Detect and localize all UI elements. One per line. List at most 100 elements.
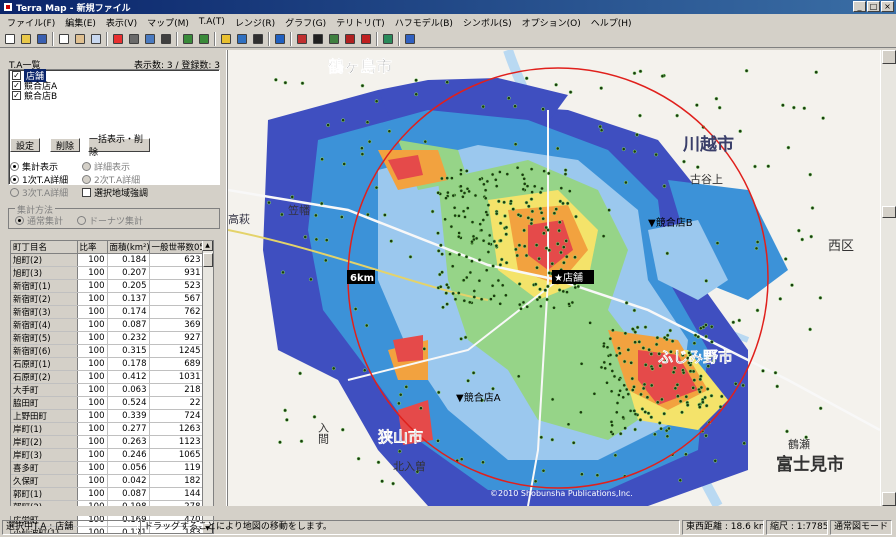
map-canvas[interactable]: 鶴ヶ島市 笠幡 高萩 川越市 古谷上 西区 入間 狭山市 北入曽 ふじみ野市 鶴… [228, 50, 880, 506]
pointer-icon[interactable] [56, 31, 71, 46]
map-view[interactable]: 鶴ヶ島市 笠幡 高萩 川越市 古谷上 西区 入間 狭山市 北入曽 ふじみ野市 鶴… [228, 50, 880, 506]
table-row[interactable]: 新宿町(4) 100 0.087 369 [11, 318, 204, 332]
horizontal-scrollbar[interactable] [0, 506, 896, 516]
table-row[interactable]: 久保町 100 0.042 182 [11, 474, 204, 488]
settings-button[interactable]: 設定 [10, 138, 40, 152]
ta-list-item[interactable]: ✓ 競合店B [9, 90, 219, 102]
close-button[interactable]: × [881, 1, 894, 12]
table-row[interactable]: 石原町(2) 100 0.412 1031 [11, 370, 204, 384]
table-row[interactable]: 岸町(2) 100 0.263 1123 [11, 435, 204, 449]
grid-icon[interactable] [126, 31, 141, 46]
arrow-icon[interactable] [272, 31, 287, 46]
menu-item-8[interactable]: ハフモデル(B) [390, 16, 458, 29]
competitor-b-label[interactable]: ▼競合店B [648, 216, 693, 229]
list-icon[interactable] [380, 31, 395, 46]
facility-point [522, 244, 527, 249]
table-column-header[interactable]: 町丁目名 [11, 241, 78, 254]
menu-item-3[interactable]: マップ(M) [142, 16, 194, 29]
table-row[interactable]: 大手町 100 0.063 218 [11, 383, 204, 397]
symbol-icon[interactable] [294, 31, 309, 46]
normal-method-radio[interactable]: 通常集計 [15, 214, 63, 227]
table-scroll-thumb[interactable] [203, 253, 213, 267]
info-icon[interactable] [234, 31, 249, 46]
menu-item-9[interactable]: シンボル(S) [458, 16, 517, 29]
map-scroll-thumb[interactable] [882, 206, 896, 218]
table-row[interactable]: 新宿町(3) 100 0.174 762 [11, 305, 204, 319]
menu-item-1[interactable]: 編集(E) [60, 16, 101, 29]
menu-item-7[interactable]: テリトリ(T) [331, 16, 390, 29]
table-row[interactable]: 脇田町 100 0.524 22 [11, 396, 204, 410]
screen-icon[interactable] [402, 31, 417, 46]
facility-point [704, 433, 708, 438]
menu-item-2[interactable]: 表示(V) [101, 16, 142, 29]
aggregate-radio[interactable]: 集計表示 [10, 160, 58, 173]
facility-point [592, 391, 597, 396]
table-column-header[interactable]: 面積(km²) [107, 241, 150, 254]
delete-button[interactable]: 削除 [50, 138, 80, 152]
table-column-header[interactable]: 比率 [77, 241, 108, 254]
route-icon[interactable] [326, 31, 341, 46]
circle-ta-icon[interactable] [110, 31, 125, 46]
layers-icon[interactable] [142, 31, 157, 46]
ta-checkbox[interactable]: ✓ [12, 90, 21, 100]
highlight-checkbox[interactable]: 選択地域強調 [82, 186, 148, 199]
ta-checkbox[interactable]: ✓ [12, 70, 21, 80]
minimize-button[interactable]: _ [853, 1, 866, 12]
table-row[interactable]: 新宿町(2) 100 0.137 567 [11, 292, 204, 306]
hand-pan-icon[interactable] [72, 31, 87, 46]
magnifier-icon[interactable] [88, 31, 103, 46]
facility-point [550, 437, 555, 442]
competitor-a-label[interactable]: ▼競合店A [456, 391, 501, 404]
table-row[interactable]: 喜多町 100 0.056 119 [11, 461, 204, 475]
store-marker-label[interactable]: ★店舗 [554, 271, 583, 284]
detail-radio[interactable]: 詳細表示 [82, 160, 130, 173]
table-row[interactable]: 旭町(2) 100 0.184 623 [11, 253, 204, 267]
new-file-icon[interactable] [2, 31, 17, 46]
table-row[interactable]: 郭町(1) 100 0.087 144 [11, 487, 204, 501]
menu-item-5[interactable]: レンジ(R) [230, 16, 280, 29]
table-scrollbar[interactable]: ▲ ▼ [202, 241, 213, 533]
table-row[interactable]: 新宿町(1) 100 0.205 523 [11, 279, 204, 293]
mesh-icon[interactable] [310, 31, 325, 46]
table-row[interactable]: 旭町(3) 100 0.207 931 [11, 266, 204, 280]
ta2-radio[interactable]: 2次T.A詳細 [82, 173, 140, 186]
save-icon[interactable] [34, 31, 49, 46]
menu-item-11[interactable]: ヘルプ(H) [586, 16, 637, 29]
menu-item-0[interactable]: ファイル(F) [2, 16, 60, 29]
maximize-button[interactable]: □ [867, 1, 880, 12]
map-scroll-up-button[interactable] [882, 50, 896, 64]
zoom-in-icon[interactable] [180, 31, 195, 46]
table-column-header[interactable]: 一般世帯数05 [149, 241, 204, 254]
store-icon[interactable] [342, 31, 357, 46]
open-folder-icon[interactable] [18, 31, 33, 46]
zoom-out-icon[interactable] [196, 31, 211, 46]
bulk-toggle-button[interactable]: 一括表示・削除 [88, 135, 150, 158]
menu-item-10[interactable]: オプション(O) [517, 16, 586, 29]
menu-item-6[interactable]: グラフ(G) [280, 16, 331, 29]
table-scroll-up-button[interactable]: ▲ [202, 241, 213, 251]
table-row[interactable]: 上野田町 100 0.339 724 [11, 409, 204, 423]
facility-point [808, 327, 812, 332]
facility-point [509, 199, 513, 204]
menu-item-4[interactable]: T.A(T) [194, 17, 230, 27]
facility-point [423, 139, 428, 144]
donut-method-radio[interactable]: ドーナツ集計 [77, 214, 143, 227]
table-row[interactable]: 岸町(3) 100 0.246 1065 [11, 448, 204, 462]
table-row[interactable]: 石原町(1) 100 0.178 689 [11, 357, 204, 371]
flag-icon[interactable] [218, 31, 233, 46]
delete-icon[interactable] [358, 31, 373, 46]
pencil-icon[interactable] [250, 31, 265, 46]
ta3-radio[interactable]: 3次T.A詳細 [10, 186, 68, 199]
map-vertical-scrollbar[interactable] [880, 50, 896, 506]
ta-checkbox[interactable]: ✓ [12, 80, 21, 90]
table-row[interactable]: 新宿町(6) 100 0.315 1245 [11, 344, 204, 358]
table-cell: 567 [149, 292, 204, 306]
ta-panel: T.A一覧 表示数: 3 / 登録数: 3 ✓ 店舗 ✓ 競合店A ✓ 競合店B 設定 削… [0, 50, 226, 534]
measure-icon[interactable] [158, 31, 173, 46]
ta1-radio[interactable]: 1次T.A詳細 [10, 173, 68, 186]
table-row[interactable]: 新宿町(5) 100 0.232 927 [11, 331, 204, 345]
table-row[interactable]: 岸町(1) 100 0.277 1263 [11, 422, 204, 436]
area-table[interactable]: 町丁目名 比率 面積(km²) 一般世帯数05 旭町(2) 100 0.184 623 旭町(… [10, 240, 214, 534]
map-scroll-down-button[interactable] [882, 492, 896, 506]
facility-point [461, 209, 466, 214]
